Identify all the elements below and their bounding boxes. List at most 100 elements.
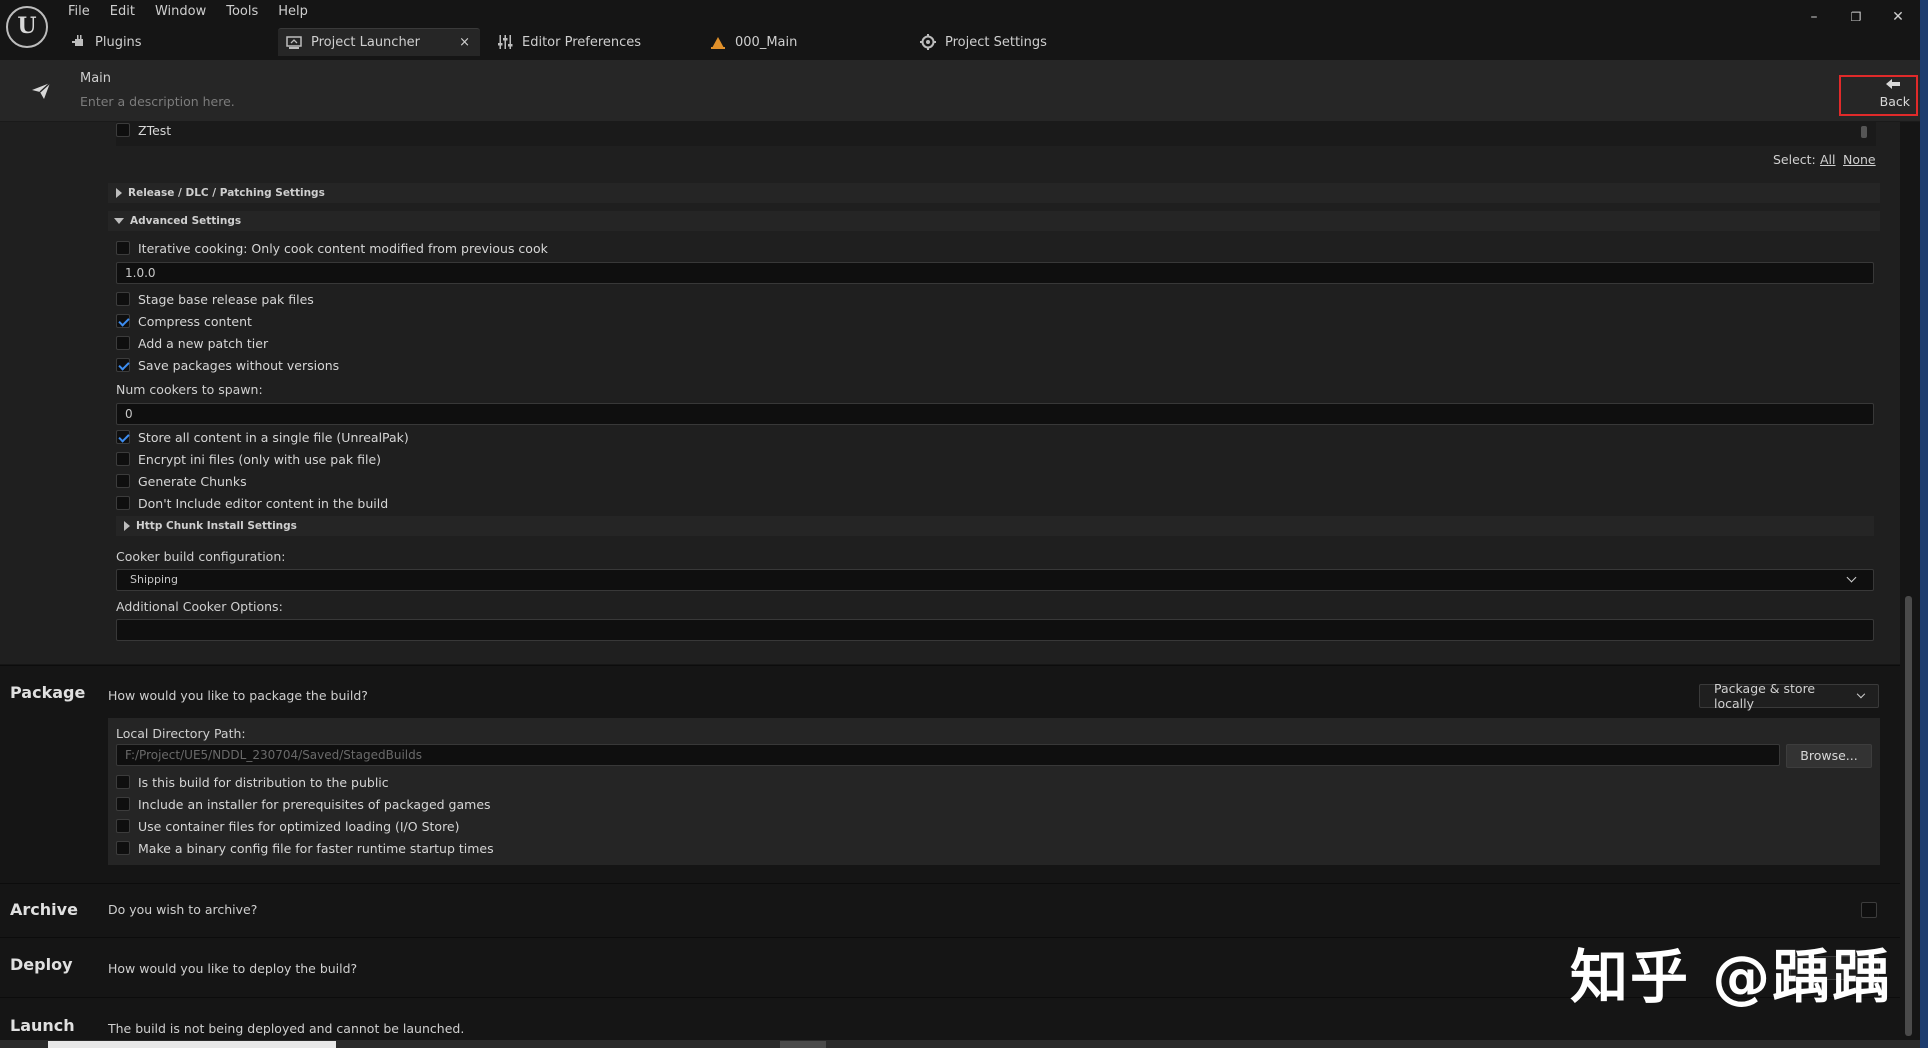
patch-tier-checkbox[interactable] (116, 336, 130, 350)
iterative-cooking-row[interactable]: Iterative cooking: Only cook content mod… (116, 239, 548, 257)
additional-options-field[interactable] (116, 619, 1874, 641)
release-version-field[interactable]: 1.0.0 (116, 262, 1874, 284)
option-row[interactable]: Make a binary config file for faster run… (116, 839, 494, 857)
http-chunk-settings-header[interactable]: Http Chunk Install Settings (116, 516, 1874, 536)
binary-config-checkbox[interactable] (116, 841, 130, 855)
option-row[interactable]: Encrypt ini files (only with use pak fil… (116, 450, 381, 468)
dropdown-value: Package & store locally (1714, 681, 1816, 711)
option-label: Compress content (138, 313, 252, 329)
tab-project-launcher[interactable]: Project Launcher × (278, 28, 480, 56)
close-window-button[interactable]: ✕ (1883, 6, 1913, 28)
unreal-logo-icon[interactable]: U (6, 6, 48, 48)
profile-name[interactable]: Main (80, 71, 111, 86)
distribution-checkbox[interactable] (116, 775, 130, 789)
maximize-button[interactable]: ❐ (1841, 6, 1871, 28)
map-list (116, 122, 1876, 146)
taskbar (0, 1040, 1920, 1048)
tab-000-main[interactable]: 000_Main (702, 28, 882, 56)
exclude-editor-content-checkbox[interactable] (116, 496, 130, 510)
option-label: Save packages without versions (138, 357, 340, 373)
divider (0, 665, 1900, 666)
advanced-settings-header[interactable]: Advanced Settings (108, 211, 1880, 231)
option-row[interactable]: Don't Include editor content in the buil… (116, 494, 388, 512)
archive-checkbox[interactable] (1861, 902, 1877, 918)
local-dir-field[interactable]: F:/Project/UE5/NDDL_230704/Saved/StagedB… (116, 744, 1780, 766)
tab-label: 000_Main (735, 34, 798, 50)
select-all-link[interactable]: All (1820, 152, 1836, 167)
close-tab-icon[interactable]: × (459, 35, 470, 50)
option-row[interactable]: Use container files for optimized loadin… (116, 817, 460, 835)
browse-button[interactable]: Browse... (1786, 744, 1872, 768)
num-cookers-field[interactable]: 0 (116, 403, 1874, 425)
collapse-icon (114, 218, 124, 224)
main-scrollbar[interactable] (1905, 596, 1912, 1036)
release-settings-header[interactable]: Release / DLC / Patching Settings (108, 183, 1880, 203)
tab-label: Project Settings (945, 34, 1047, 50)
generate-chunks-checkbox[interactable] (116, 474, 130, 488)
map-label: ZTest (138, 122, 172, 138)
option-row[interactable]: Stage base release pak files (116, 290, 314, 308)
option-label: Include an installer for prerequisites o… (138, 796, 491, 812)
option-row[interactable]: Compress content (116, 312, 252, 330)
tab-plugins[interactable]: Plugins (62, 28, 262, 56)
stage-base-checkbox[interactable] (116, 292, 130, 306)
expand-icon (116, 188, 122, 198)
tab-editor-preferences[interactable]: Editor Preferences (489, 28, 669, 56)
option-row[interactable]: Is this build for distribution to the pu… (116, 773, 389, 791)
unrealpak-checkbox[interactable] (116, 430, 130, 444)
profile-description[interactable]: Enter a description here. (80, 94, 235, 109)
map-list-scrollbar[interactable] (1861, 126, 1867, 138)
chevron-down-icon (1846, 572, 1857, 583)
iterative-cooking-checkbox[interactable] (116, 241, 130, 255)
level-icon (710, 34, 726, 50)
plug-icon (70, 34, 86, 50)
option-row[interactable]: Store all content in a single file (Unre… (116, 428, 409, 446)
taskbar-item[interactable] (48, 1041, 336, 1048)
taskbar-item[interactable] (780, 1041, 826, 1048)
package-question: How would you like to package the build? (108, 688, 368, 703)
installer-prereq-checkbox[interactable] (116, 797, 130, 811)
option-label: Is this build for distribution to the pu… (138, 774, 389, 790)
option-label: Encrypt ini files (only with use pak fil… (138, 451, 382, 467)
launcher-icon (286, 35, 302, 51)
title-bar: U File Edit Window Tools Help – ❐ ✕ Plug… (0, 0, 1928, 60)
menu-tools[interactable]: Tools (216, 3, 268, 21)
select-none-link[interactable]: None (1843, 152, 1876, 167)
tab-project-settings[interactable]: Project Settings (912, 28, 1112, 56)
option-label: Generate Chunks (138, 473, 247, 489)
profile-header: Main Enter a description here. Back (0, 60, 1920, 122)
settings-icon (920, 34, 936, 50)
select-value: Shipping (130, 573, 178, 586)
cooker-build-config-label: Cooker build configuration: (116, 549, 286, 564)
menu-window[interactable]: Window (145, 3, 216, 21)
encrypt-ini-checkbox[interactable] (116, 452, 130, 466)
divider (0, 883, 1900, 884)
back-button[interactable]: Back (1839, 75, 1918, 116)
map-checkbox[interactable] (116, 123, 130, 137)
tab-label: Project Launcher (311, 35, 421, 50)
cooker-build-config-select[interactable]: Shipping (116, 569, 1874, 591)
select-label: Select: (1773, 152, 1816, 167)
expand-icon (124, 521, 130, 531)
additional-options-label: Additional Cooker Options: (116, 599, 283, 614)
tab-label: Editor Preferences (522, 34, 642, 50)
option-label: Don't Include editor content in the buil… (138, 495, 389, 511)
menu-help[interactable]: Help (268, 3, 318, 21)
save-without-versions-checkbox[interactable] (116, 358, 130, 372)
minimize-button[interactable]: – (1799, 6, 1829, 28)
compress-content-checkbox[interactable] (116, 314, 130, 328)
option-row[interactable]: Save packages without versions (116, 356, 339, 374)
option-row[interactable]: Include an installer for prerequisites o… (116, 795, 491, 813)
launch-message: The build is not being deployed and cann… (108, 1021, 465, 1036)
iterative-cooking-label: Iterative cooking: Only cook content mod… (138, 240, 548, 256)
io-store-checkbox[interactable] (116, 819, 130, 833)
paper-plane-icon (31, 82, 51, 100)
menu-edit[interactable]: Edit (100, 3, 145, 21)
option-row[interactable]: Add a new patch tier (116, 334, 268, 352)
package-mode-dropdown[interactable]: Package & store locally (1699, 681, 1879, 711)
option-row[interactable]: Generate Chunks (116, 472, 247, 490)
menu-bar: File Edit Window Tools Help (58, 3, 318, 21)
menu-file[interactable]: File (58, 3, 100, 21)
option-label: Add a new patch tier (138, 335, 269, 351)
list-item[interactable]: ZTest (116, 121, 171, 139)
